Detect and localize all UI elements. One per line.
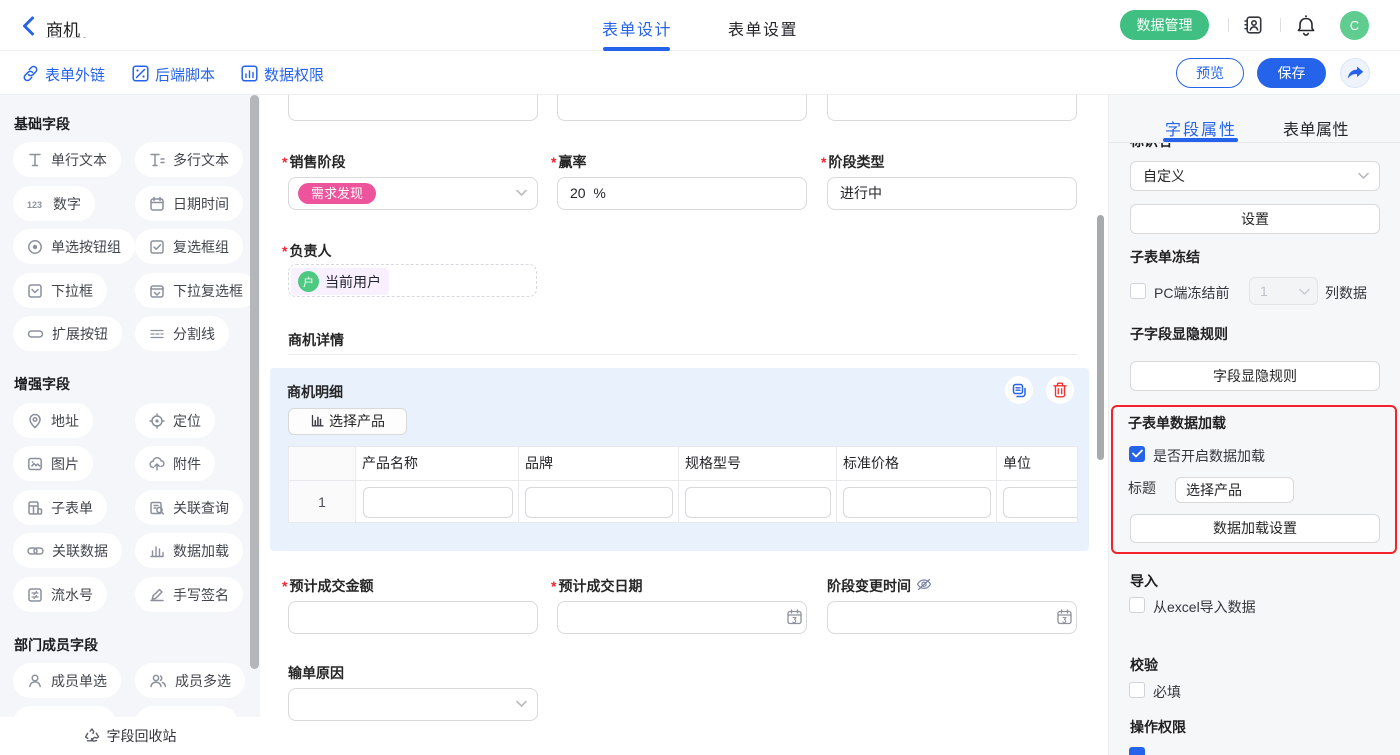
svg-text:123: 123 — [27, 200, 42, 210]
